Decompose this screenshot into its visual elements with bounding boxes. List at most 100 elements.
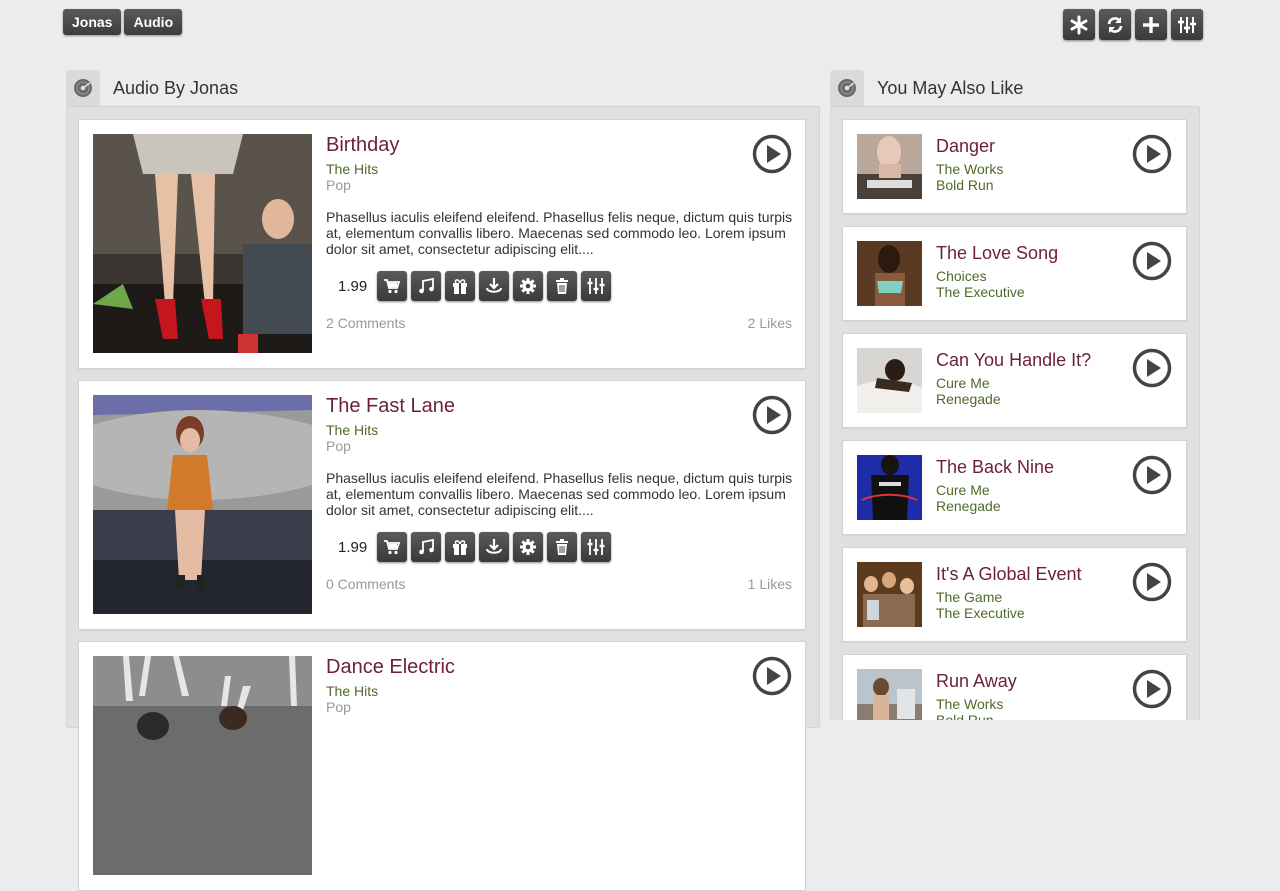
likes-count[interactable]: 2 Likes [748,315,792,331]
play-button[interactable] [752,134,792,174]
track-title[interactable]: The Love Song [936,243,1058,264]
track-album[interactable]: Cure Me [936,482,990,498]
track-options-button[interactable] [581,532,611,562]
asterisk-icon [1070,15,1088,34]
music-note-icon [419,277,434,294]
gift-button[interactable] [445,532,475,562]
track-thumbnail[interactable] [857,669,922,720]
track-title[interactable]: Dance Electric [326,656,455,679]
audio-panel: Audio By Jonas Birthday The Hits Pop Pha… [66,70,820,891]
play-button[interactable] [1132,348,1172,388]
track-cover-image[interactable] [93,134,312,353]
play-icon [1132,562,1172,602]
track-description: Phasellus iaculis eleifend eleifend. Pha… [326,470,793,518]
track-title[interactable]: The Back Nine [936,457,1054,478]
track-artist[interactable]: The Executive [936,284,1025,300]
add-button[interactable] [1135,9,1167,40]
recommended-track: Can You Handle It? Cure Me Renegade [842,333,1187,428]
track-album[interactable]: Choices [936,268,987,284]
trash-icon [556,278,568,294]
play-button[interactable] [1132,669,1172,709]
track-artist[interactable]: Bold Run [936,177,994,193]
panel-header: You May Also Like [830,70,1023,106]
track-artist[interactable]: The Executive [936,605,1025,621]
cart-icon [384,540,401,555]
breadcrumb-jonas[interactable]: Jonas [63,9,122,35]
track-actions [377,532,611,562]
track-album[interactable]: The Hits [326,422,378,438]
track-artist[interactable]: Renegade [936,391,1001,407]
track-card: The Fast Lane The Hits Pop Phasellus iac… [78,380,806,630]
buy-button[interactable] [377,532,407,562]
delete-button[interactable] [547,532,577,562]
track-artist[interactable]: Renegade [936,498,1001,514]
track-title[interactable]: It's A Global Event [936,564,1082,585]
play-icon [1132,241,1172,281]
comments-link[interactable]: 0 Comments [326,576,405,592]
play-button[interactable] [752,395,792,435]
panel-title: You May Also Like [877,77,1024,98]
track-actions [377,271,611,301]
track-title[interactable]: Run Away [936,671,1017,692]
recommendations-panel: You May Also Like Danger The Works Bold … [830,70,1200,720]
settings-sliders-button[interactable] [1171,9,1203,40]
track-price: 1.99 [338,278,368,295]
settings-button[interactable] [513,271,543,301]
gift-icon [453,279,467,294]
download-button[interactable] [479,271,509,301]
track-title[interactable]: Birthday [326,134,399,157]
asterisk-button[interactable] [1063,9,1095,40]
track-title[interactable]: Danger [936,136,995,157]
sliders-icon [587,278,605,294]
track-album[interactable]: The Hits [326,683,378,699]
download-button[interactable] [479,532,509,562]
track-genre: Pop [326,438,351,454]
track-album[interactable]: The Game [936,589,1002,605]
play-icon [1132,669,1172,709]
track-thumbnail[interactable] [857,562,922,627]
play-button[interactable] [1132,241,1172,281]
download-icon [486,278,502,293]
refresh-icon [1107,16,1123,33]
playlist-button[interactable] [411,271,441,301]
track-artist[interactable]: Bold Run [936,712,994,720]
refresh-button[interactable] [1099,9,1131,40]
track-thumbnail[interactable] [857,348,922,413]
panel-header: Audio By Jonas [66,70,238,106]
delete-button[interactable] [547,271,577,301]
settings-button[interactable] [513,532,543,562]
playlist-button[interactable] [411,532,441,562]
buy-button[interactable] [377,271,407,301]
play-button[interactable] [1132,562,1172,602]
disc-icon [66,70,100,106]
play-icon [1132,134,1172,174]
track-title[interactable]: Can You Handle It? [936,350,1091,371]
track-album[interactable]: The Works [936,696,1003,712]
play-button[interactable] [1132,134,1172,174]
track-description: Phasellus iaculis eleifend eleifend. Pha… [326,209,793,257]
track-album[interactable]: Cure Me [936,375,990,391]
cart-icon [384,279,401,294]
track-cover-image[interactable] [93,656,312,875]
gift-button[interactable] [445,271,475,301]
track-thumbnail[interactable] [857,134,922,199]
play-icon [1132,455,1172,495]
track-album[interactable]: The Works [936,161,1003,177]
play-icon [752,395,792,435]
comments-link[interactable]: 2 Comments [326,315,405,331]
sliders-icon [587,539,605,555]
track-thumbnail[interactable] [857,241,922,306]
likes-count[interactable]: 1 Likes [748,576,792,592]
gear-icon [520,539,536,555]
track-album[interactable]: The Hits [326,161,378,177]
play-button[interactable] [1132,455,1172,495]
track-options-button[interactable] [581,271,611,301]
music-note-icon [419,538,434,555]
play-icon [752,134,792,174]
track-title[interactable]: The Fast Lane [326,395,455,418]
track-cover-image[interactable] [93,395,312,614]
breadcrumb-audio[interactable]: Audio [124,9,183,35]
play-button[interactable] [752,656,792,696]
track-thumbnail[interactable] [857,455,922,520]
track-price: 1.99 [338,539,368,556]
